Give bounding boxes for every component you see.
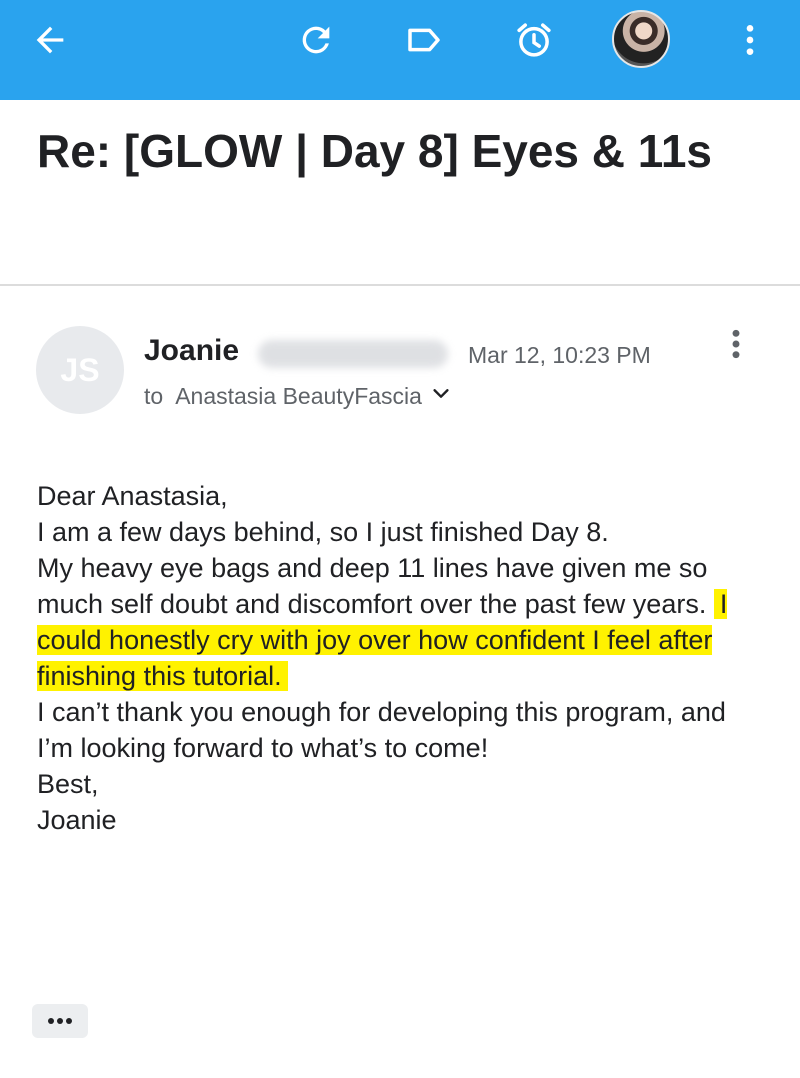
show-trimmed-content-button[interactable]: [32, 1004, 88, 1038]
recipient-details[interactable]: to Anastasia BeautyFascia: [144, 382, 452, 410]
label-icon[interactable]: [400, 16, 448, 64]
refresh-icon[interactable]: [292, 16, 340, 64]
message-date: Mar 12, 10:23 PM: [468, 342, 651, 368]
sender-name[interactable]: Joanie: [144, 334, 239, 368]
account-avatar[interactable]: [612, 10, 670, 68]
sender-surname-redacted: [258, 340, 448, 368]
more-vert-icon[interactable]: [726, 16, 774, 64]
ellipsis-icon: [48, 1018, 72, 1024]
chevron-down-icon[interactable]: [430, 382, 452, 410]
back-arrow-icon[interactable]: [26, 16, 74, 64]
body-greeting: Dear Anastasia,: [37, 481, 228, 511]
body-line-4: I can’t thank you enough for developing …: [37, 697, 726, 763]
recipient-name: Anastasia BeautyFascia: [175, 382, 422, 409]
recipient-to-label: to: [144, 382, 164, 409]
body-signoff: Best,: [37, 769, 99, 799]
body-signature: Joanie: [37, 805, 117, 835]
email-subject: Re: [GLOW | Day 8] Eyes & 11s: [37, 125, 712, 177]
body-line-3-text: My heavy eye bags and deep 11 lines have…: [37, 553, 714, 619]
snooze-alarm-icon[interactable]: [510, 16, 558, 64]
body-line-2: I am a few days behind, so I just finish…: [37, 517, 609, 547]
sender-avatar[interactable]: JS: [36, 326, 124, 414]
message-more-icon[interactable]: [716, 320, 756, 368]
top-app-bar: [0, 0, 800, 100]
divider: [0, 284, 800, 286]
email-body: Dear Anastasia, I am a few days behind, …: [37, 478, 757, 838]
body-line-3: My heavy eye bags and deep 11 lines have…: [37, 550, 757, 694]
